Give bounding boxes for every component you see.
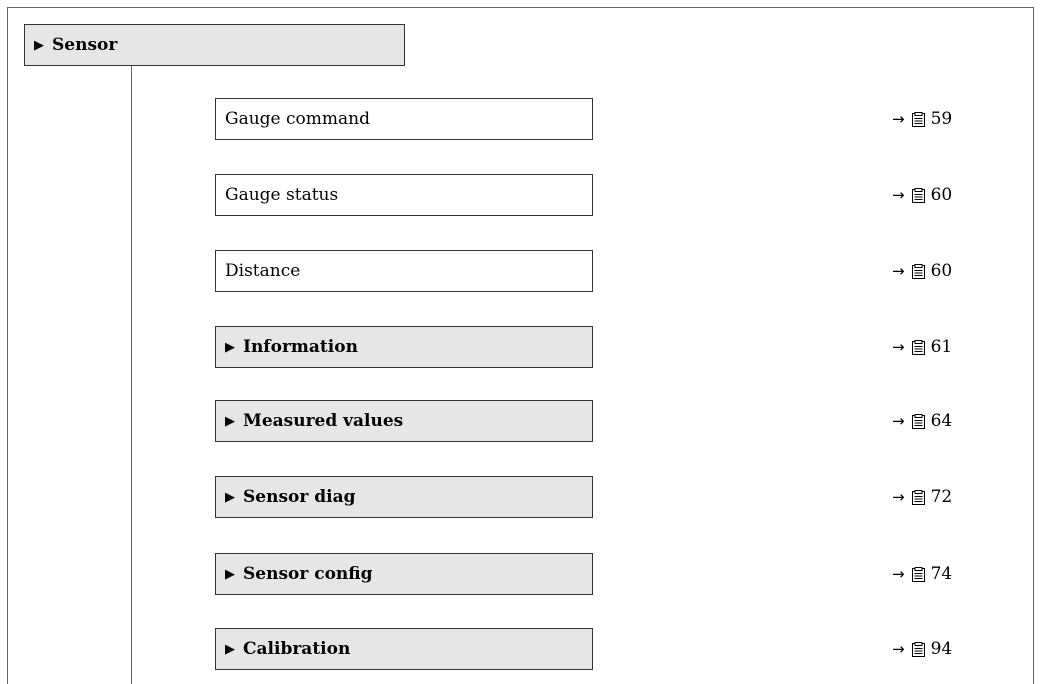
submenu-measured-values[interactable]: ▶ Measured values bbox=[215, 400, 593, 442]
arrow-right-icon: → bbox=[892, 186, 905, 204]
submenu-label: Information bbox=[243, 337, 358, 357]
submenu-information[interactable]: ▶ Information bbox=[215, 326, 593, 368]
triangle-right-icon: ▶ bbox=[225, 566, 235, 582]
triangle-right-icon: ▶ bbox=[225, 339, 235, 355]
arrow-right-icon: → bbox=[892, 412, 905, 430]
page-reference[interactable]: → 61 bbox=[892, 335, 1002, 359]
page-icon bbox=[911, 413, 925, 429]
page-number: 59 bbox=[930, 109, 953, 129]
menu-sensor[interactable]: ▶ Sensor bbox=[24, 24, 405, 66]
frame-left-border bbox=[7, 7, 8, 684]
submenu-sensor-diag[interactable]: ▶ Sensor diag bbox=[215, 476, 593, 518]
page-icon bbox=[911, 339, 925, 355]
parameter-label: Gauge status bbox=[225, 185, 339, 205]
page-reference[interactable]: → 60 bbox=[892, 183, 1002, 207]
frame-right-border bbox=[1033, 7, 1034, 684]
submenu-label: Sensor diag bbox=[243, 487, 356, 507]
submenu-sensor-config[interactable]: ▶ Sensor config bbox=[215, 553, 593, 595]
page-icon bbox=[911, 187, 925, 203]
page-number: 60 bbox=[930, 261, 953, 281]
arrow-right-icon: → bbox=[892, 262, 905, 280]
page-reference[interactable]: → 59 bbox=[892, 107, 1002, 131]
parameter-label: Distance bbox=[225, 261, 301, 281]
submenu-label: Measured values bbox=[243, 411, 404, 431]
frame-top-border bbox=[7, 7, 1033, 8]
menu-sensor-label: Sensor bbox=[52, 35, 118, 55]
arrow-right-icon: → bbox=[892, 565, 905, 583]
page-reference[interactable]: → 64 bbox=[892, 409, 1002, 433]
page-icon bbox=[911, 263, 925, 279]
parameter-label: Gauge command bbox=[225, 109, 370, 129]
arrow-right-icon: → bbox=[892, 488, 905, 506]
triangle-right-icon: ▶ bbox=[225, 641, 235, 657]
tree-connector-line bbox=[131, 66, 132, 684]
parameter-gauge-status[interactable]: Gauge status bbox=[215, 174, 593, 216]
submenu-label: Calibration bbox=[243, 639, 351, 659]
triangle-right-icon: ▶ bbox=[225, 489, 235, 505]
parameter-gauge-command[interactable]: Gauge command bbox=[215, 98, 593, 140]
page-number: 64 bbox=[930, 411, 953, 431]
page-number: 61 bbox=[930, 337, 953, 357]
arrow-right-icon: → bbox=[892, 110, 905, 128]
page-reference[interactable]: → 74 bbox=[892, 562, 1002, 586]
arrow-right-icon: → bbox=[892, 640, 905, 658]
triangle-right-icon: ▶ bbox=[34, 37, 44, 53]
arrow-right-icon: → bbox=[892, 338, 905, 356]
page-reference[interactable]: → 72 bbox=[892, 485, 1002, 509]
page-number: 74 bbox=[930, 564, 953, 584]
page-icon bbox=[911, 489, 925, 505]
submenu-label: Sensor config bbox=[243, 564, 373, 584]
submenu-calibration[interactable]: ▶ Calibration bbox=[215, 628, 593, 670]
page-reference[interactable]: → 94 bbox=[892, 637, 1002, 661]
page-number: 72 bbox=[930, 487, 953, 507]
page-reference[interactable]: → 60 bbox=[892, 259, 1002, 283]
page-icon bbox=[911, 566, 925, 582]
page-icon bbox=[911, 641, 925, 657]
triangle-right-icon: ▶ bbox=[225, 413, 235, 429]
page-icon bbox=[911, 111, 925, 127]
page-number: 94 bbox=[930, 639, 953, 659]
parameter-distance[interactable]: Distance bbox=[215, 250, 593, 292]
page-number: 60 bbox=[930, 185, 953, 205]
